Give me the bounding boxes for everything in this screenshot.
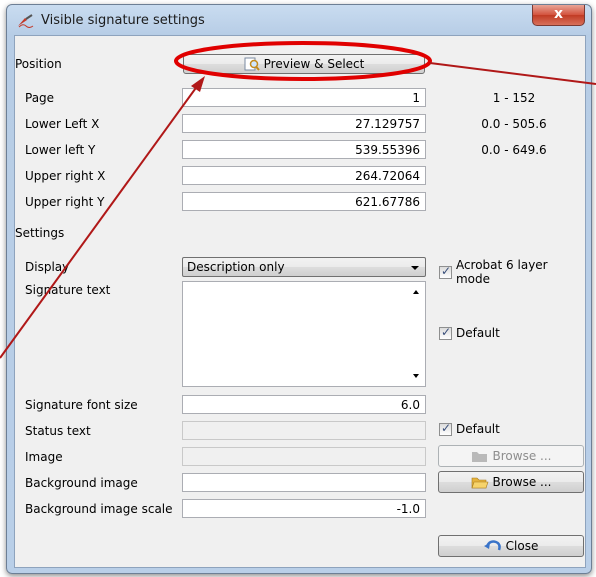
upper-right-y-field[interactable]: 621.67786 xyxy=(182,192,426,211)
signature-text-label: Signature text xyxy=(25,283,111,297)
image-browse-label: Browse ... xyxy=(492,449,552,463)
title-bar[interactable]: Visible signature settings x xyxy=(7,5,591,35)
lower-left-x-label: Lower Left X xyxy=(25,117,100,131)
checkbox-checked-icon: ✓ xyxy=(439,420,452,436)
checkbox-checked-icon: ✓ xyxy=(439,263,452,279)
close-button-label: Close xyxy=(505,539,539,553)
folder-icon xyxy=(471,477,488,489)
undo-arrow-icon xyxy=(483,540,501,551)
bg-image-label: Background image xyxy=(25,476,138,490)
display-select-value: Description only xyxy=(187,260,285,274)
page-range: 1 - 152 xyxy=(492,91,536,105)
window-close-button[interactable]: x xyxy=(532,5,585,26)
upper-right-y-label: Upper right Y xyxy=(25,195,105,209)
display-select[interactable]: Description only xyxy=(182,257,426,277)
signature-text-area[interactable] xyxy=(182,281,426,387)
dialog-window: Visible signature settings x Position Pr… xyxy=(6,4,592,574)
signature-default-label: Default xyxy=(456,326,500,340)
status-text-label: Status text xyxy=(25,424,91,438)
signature-text-scrollbar[interactable] xyxy=(408,282,425,386)
bg-image-field[interactable] xyxy=(182,473,426,492)
upper-right-x-label: Upper right X xyxy=(25,169,106,183)
dialog-body: Position Preview & Select Page 1 1 - 152… xyxy=(14,35,586,568)
bg-image-browse-button[interactable]: Browse ... xyxy=(438,471,584,493)
acrobat-layer-label: Acrobat 6 layer mode xyxy=(455,258,548,286)
lower-left-x-range: 0.0 - 505.6 xyxy=(481,117,547,131)
font-size-label: Signature font size xyxy=(25,398,138,412)
position-section-label: Position xyxy=(15,57,62,71)
bg-scale-label: Background image scale xyxy=(25,502,173,516)
image-field xyxy=(182,447,426,466)
checkbox-checked-icon: ✓ xyxy=(439,324,452,340)
bg-image-browse-label: Browse ... xyxy=(492,475,552,489)
lower-left-y-field[interactable]: 539.55396 xyxy=(182,140,426,159)
settings-section-label: Settings xyxy=(15,226,65,240)
upper-right-x-field[interactable]: 264.72064 xyxy=(182,166,426,185)
page-label: Page xyxy=(25,91,55,105)
status-default-label: Default xyxy=(456,422,500,436)
page-field[interactable]: 1 xyxy=(182,88,426,107)
display-label: Display xyxy=(25,260,70,274)
lower-left-y-range: 0.0 - 649.6 xyxy=(481,143,547,157)
bg-scale-field[interactable]: -1.0 xyxy=(182,499,426,518)
signature-pen-icon xyxy=(17,14,35,31)
image-browse-button: Browse ... xyxy=(438,445,584,467)
chevron-down-icon xyxy=(411,266,419,270)
folder-icon xyxy=(471,452,487,462)
status-text-field xyxy=(182,421,426,440)
image-label: Image xyxy=(25,450,63,464)
font-size-field[interactable]: 6.0 xyxy=(182,395,426,414)
scroll-down-icon xyxy=(413,374,419,378)
window-title: Visible signature settings xyxy=(41,13,205,28)
lower-left-x-field[interactable]: 27.129757 xyxy=(182,114,426,133)
acrobat-layer-checkbox[interactable]: ✓ Acrobat 6 layer mode xyxy=(439,258,585,286)
status-default-checkbox[interactable]: ✓ Default xyxy=(439,420,500,436)
preview-select-label: Preview & Select xyxy=(263,57,365,71)
scroll-up-icon xyxy=(413,290,419,294)
preview-select-button[interactable]: Preview & Select xyxy=(183,54,425,74)
magnifier-page-icon xyxy=(244,57,260,71)
close-icon: x xyxy=(553,6,564,22)
lower-left-y-label: Lower left Y xyxy=(25,143,96,157)
signature-default-checkbox[interactable]: ✓ Default xyxy=(439,324,500,340)
close-button[interactable]: Close xyxy=(438,535,584,557)
